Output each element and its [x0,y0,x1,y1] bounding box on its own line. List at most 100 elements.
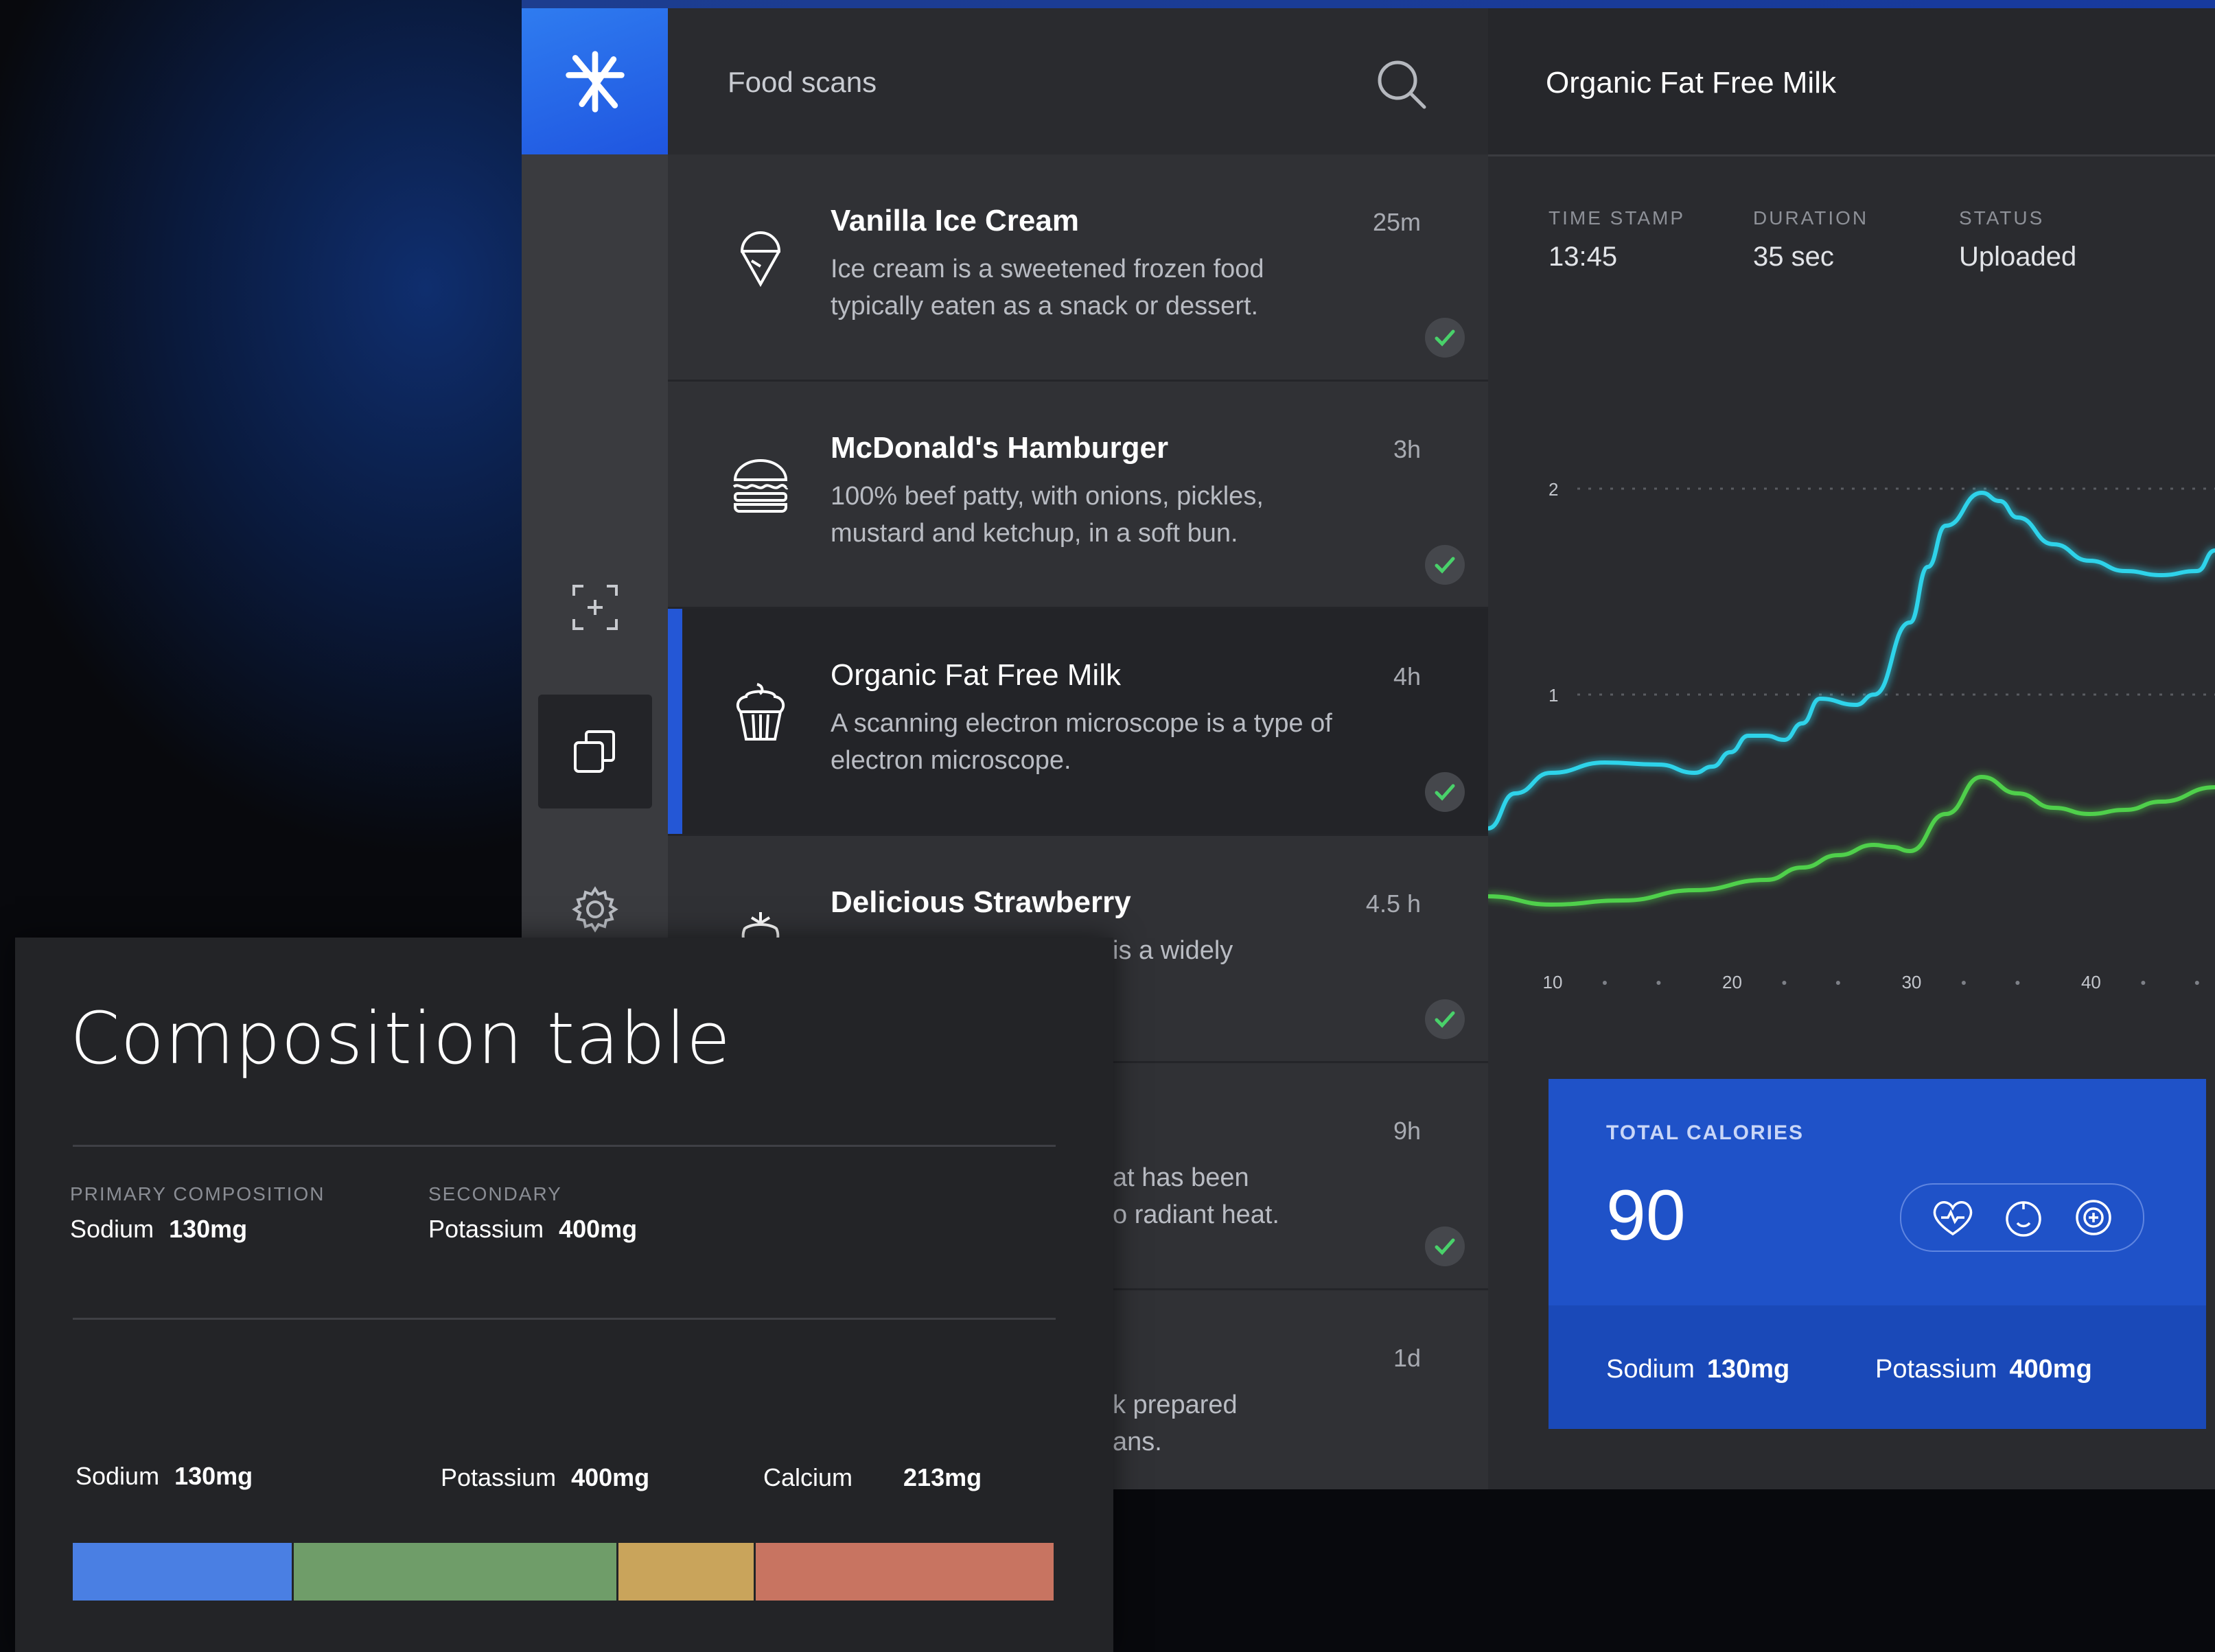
meta-value: Uploaded [1959,242,2077,272]
item-time: 9h [1393,1117,1421,1145]
item-title: Vanilla Ice Cream [831,204,1079,237]
nutrient-amount: 213mg [903,1463,982,1491]
meta-duration: DURATION 35 sec [1753,207,1868,272]
nutrient-name: Sodium [1606,1355,1695,1384]
detail-title: Organic Fat Free Milk [1546,66,1836,100]
smile-icon[interactable] [2004,1198,2043,1237]
item-description: 100% beef patty, with onions, pickles, m… [831,482,1264,548]
x-tick-label: 10 [1543,972,1563,992]
list-item-selected[interactable]: Organic Fat Free Milk A scanning electro… [668,609,1488,836]
x-minor-tick [1961,981,1966,985]
heart-rate-icon[interactable] [1932,1198,1974,1237]
composition-segment [73,1543,292,1601]
list-header: Food scans [668,8,1488,156]
total-calories-card: TOTAL CALORIES 90 Sodium 130mg Potassium [1549,1079,2206,1429]
search-icon[interactable] [1375,58,1430,113]
breakdown-sodium: Sodium 130mg [76,1462,253,1491]
meta-label: DURATION [1753,207,1869,229]
app-logo[interactable] [522,8,668,154]
nutrient-amount: 400mg [2009,1355,2092,1384]
check-icon [1425,999,1465,1039]
item-title: Organic Fat Free Milk [831,658,1121,692]
divider [73,1318,1056,1320]
gear-icon [572,886,618,933]
detail-header: Organic Fat Free Milk [1488,8,2215,156]
scan-detail-panel: Organic Fat Free Milk TIME STAMP 13:45 D… [1488,8,2215,1489]
meta-label: STATUS [1959,207,2045,229]
hamburger-icon-svg [732,459,789,513]
y-tick-label: 1 [1549,685,1558,706]
nutrient-amount: 130mg [1706,1355,1790,1384]
composition-segment [618,1543,754,1601]
series-line [1488,490,2215,830]
breakdown-potassium: Potassium 400mg [441,1463,649,1492]
item-time: 4h [1393,662,1421,690]
nutrient-amount: 400mg [559,1215,638,1243]
meta-timestamp: TIME STAMP 13:45 [1549,207,1685,272]
nutrient-name: Potassium [428,1215,544,1243]
check-icon [1425,545,1465,585]
x-tick-label: 30 [1901,972,1921,992]
window-top-accent [522,0,2215,8]
list-item[interactable]: Vanilla Ice Cream Ice cream is a sweeten… [668,154,1488,382]
nutrient-amount: 130mg [169,1215,248,1243]
nutrient-amount: 400mg [571,1463,650,1491]
x-minor-tick [2194,981,2199,985]
copy-stack-icon [574,730,615,773]
x-tick-label: 40 [2081,972,2101,992]
meta-value: 13:45 [1549,242,1618,272]
calories-label: TOTAL CALORIES [1606,1121,1805,1144]
list-item[interactable]: McDonald's Hamburger 100% beef patty, wi… [668,382,1488,609]
secondary-composition-value: Potassium 400mg [428,1215,637,1244]
calories-nutrient: Sodium 130mg [1606,1355,1789,1384]
item-time: 4.5 h [1365,889,1421,918]
meta-status: STATUS Uploaded [1959,207,2076,272]
check-icon [1425,772,1465,812]
composition-segment [294,1543,616,1601]
calorie-actions [1900,1183,2144,1252]
nutrient-amount: 130mg [174,1462,253,1490]
item-time: 25m [1372,208,1421,236]
meta-value: 35 sec [1753,242,1834,272]
nutrient-name: Potassium [1875,1355,1997,1384]
item-description: A scanning electron microscope is a type… [831,709,1332,775]
y-tick-label: 2 [1549,479,1558,500]
calories-value: 90 [1606,1176,1686,1255]
x-minor-tick [2141,981,2146,985]
primary-composition-label: PRIMARY COMPOSITION [70,1183,325,1205]
nutrient-name: Potassium [441,1463,557,1491]
check-icon [1425,318,1465,358]
history-button[interactable] [538,695,652,808]
calories-nutrient: Potassium 400mg [1875,1355,2092,1384]
calories-nutrients: Sodium 130mg Potassium 400mg [1549,1305,2206,1429]
ice-cream-icon [726,223,795,292]
x-tick-label: 20 [1722,972,1742,992]
meta-label: TIME STAMP [1549,207,1686,229]
asterisk-logo-icon [565,50,625,113]
nutrient-name: Calcium [763,1463,853,1491]
item-time: 3h [1393,435,1421,463]
item-title: McDonald's Hamburger [831,431,1169,465]
x-minor-tick [1782,981,1787,985]
composition-segment [756,1543,1054,1601]
breakdown-calcium: Calcium 213mg [763,1463,982,1492]
cupcake-icon-svg [736,683,785,741]
item-description: Ice cream is a sweetened frozen food typ… [831,255,1264,321]
list-title: Food scans [728,66,877,98]
check-icon [1425,1226,1465,1266]
x-minor-tick [1835,981,1840,985]
nutrient-line-chart: 123 102030405 [1488,479,2215,992]
nutrient-name: Sodium [76,1462,160,1490]
composition-table-card: Composition table PRIMARY COMPOSITION So… [15,938,1113,1652]
scan-button[interactable] [538,550,652,664]
series-line [1488,774,2215,907]
x-minor-tick [1602,981,1607,985]
ice-cream-icon-svg [740,231,781,288]
divider [73,1145,1056,1147]
add-circle-icon[interactable] [2074,1198,2113,1237]
secondary-composition-label: SECONDARY [428,1183,562,1205]
primary-composition-value: Sodium 130mg [70,1215,247,1244]
hamburger-icon [726,450,795,519]
x-minor-tick [1656,981,1661,985]
item-title: Delicious Strawberry [831,885,1131,919]
